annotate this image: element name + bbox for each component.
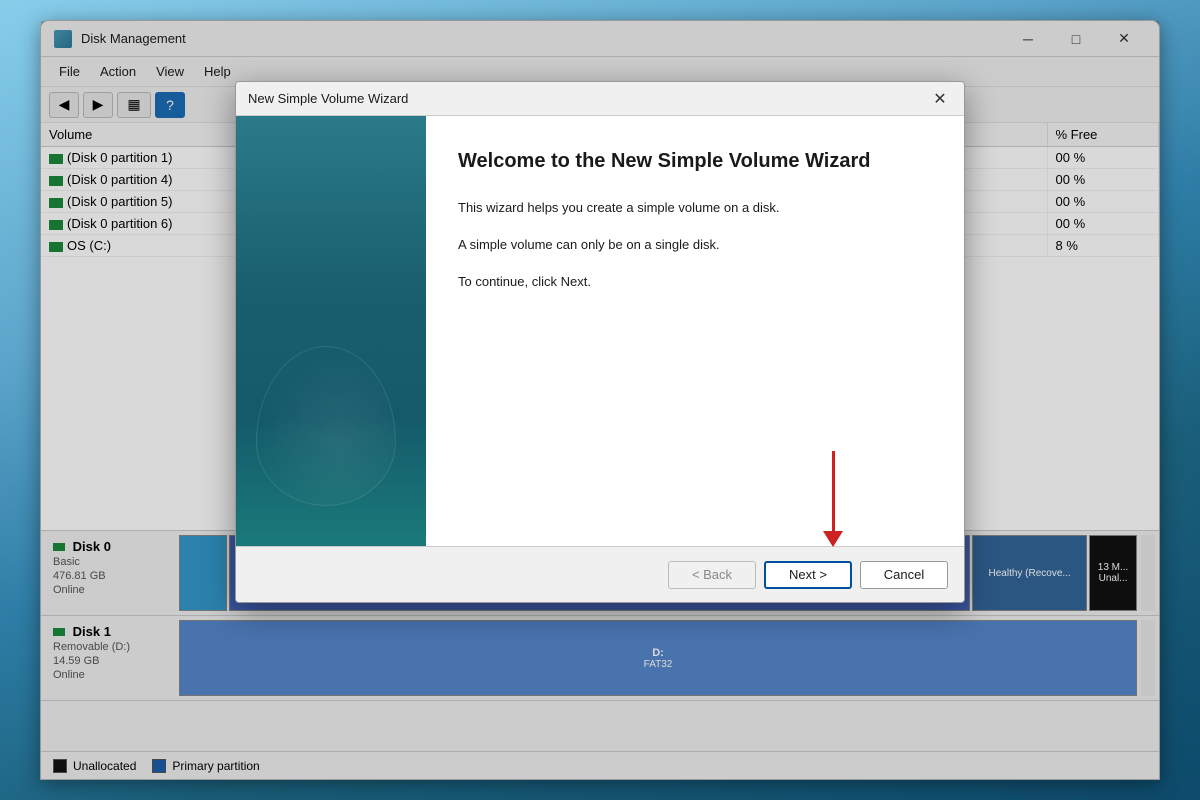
wizard-sidebar bbox=[236, 116, 426, 546]
modal-overlay: New Simple Volume Wizard ✕ Welcome to th… bbox=[41, 21, 1159, 779]
back-button[interactable]: < Back bbox=[668, 561, 756, 589]
main-window: Disk Management ─ □ ✕ File Action View H… bbox=[40, 20, 1160, 780]
wizard-heading: Welcome to the New Simple Volume Wizard bbox=[458, 148, 932, 174]
wizard-title-bar: New Simple Volume Wizard ✕ bbox=[236, 82, 964, 116]
wizard-dialog: New Simple Volume Wizard ✕ Welcome to th… bbox=[235, 81, 965, 603]
wizard-sidebar-art bbox=[256, 346, 396, 506]
wizard-body: Welcome to the New Simple Volume Wizard … bbox=[236, 116, 964, 546]
wizard-para-1: This wizard helps you create a simple vo… bbox=[458, 198, 932, 219]
wizard-para-3: To continue, click Next. bbox=[458, 272, 932, 293]
wizard-title: New Simple Volume Wizard bbox=[248, 91, 928, 106]
cancel-button[interactable]: Cancel bbox=[860, 561, 948, 589]
wizard-para-2: A simple volume can only be on a single … bbox=[458, 235, 932, 256]
next-button[interactable]: Next > bbox=[764, 561, 852, 589]
wizard-content: Welcome to the New Simple Volume Wizard … bbox=[426, 116, 964, 546]
wizard-footer: < Back Next > Cancel bbox=[236, 546, 964, 602]
wizard-close-button[interactable]: ✕ bbox=[928, 87, 952, 111]
